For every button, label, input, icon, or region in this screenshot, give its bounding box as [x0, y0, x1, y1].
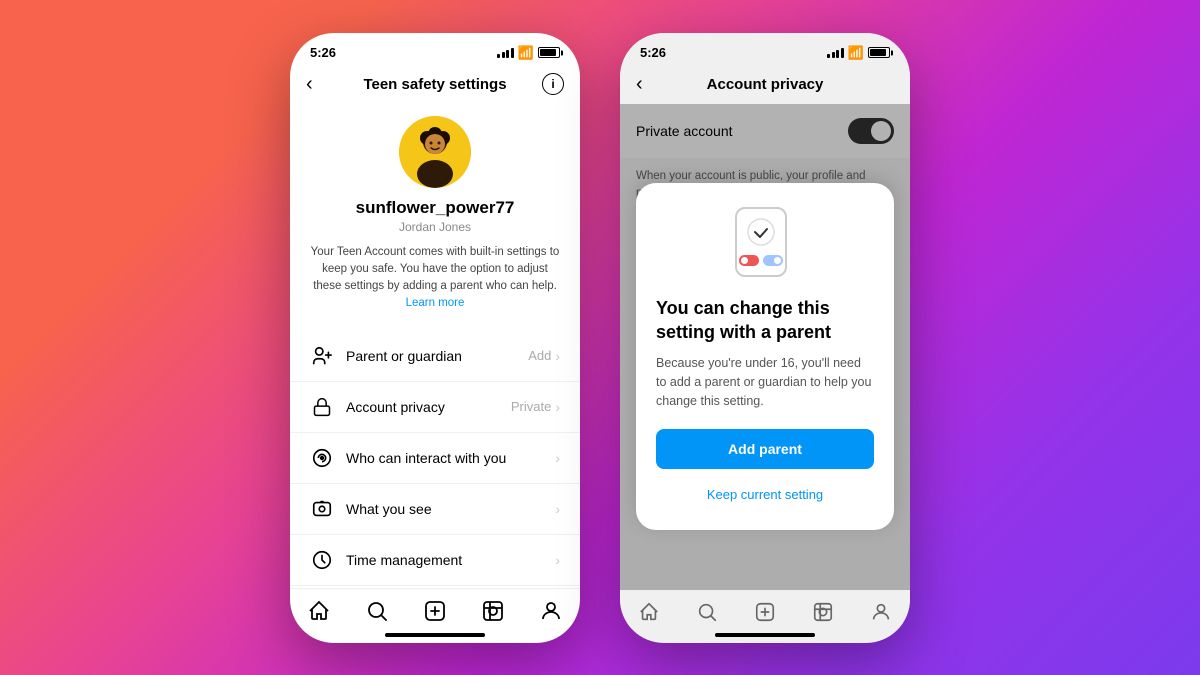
checkmark-icon: [747, 218, 775, 246]
nav-title-right: Account privacy: [707, 76, 824, 93]
modal-description: Because you're under 16, you'll need to …: [656, 354, 874, 410]
clock-icon: [310, 548, 334, 572]
time-left: 5:26: [310, 45, 336, 60]
signal-icon: [497, 48, 514, 58]
wifi-icon-right: 📶: [848, 45, 864, 61]
signal-icon-right: [827, 48, 844, 58]
menu-item-interact[interactable]: Who can interact with you ›: [290, 433, 580, 484]
menu-item-privacy[interactable]: Account privacy Private ›: [290, 382, 580, 433]
modal-overlay: You can change this setting with a paren…: [620, 104, 910, 590]
parent-icon: [310, 344, 334, 368]
tab-bar-right: [620, 590, 910, 629]
menu-item-parent[interactable]: Parent or guardian Add ›: [290, 331, 580, 382]
modal-icon-area: [656, 207, 874, 281]
right-phone-content: Private account When your account is pub…: [620, 104, 910, 590]
chevron-time: ›: [555, 552, 560, 568]
left-phone: 5:26 📶 ‹ Teen safety settings i: [290, 33, 580, 643]
avatar-svg: [399, 116, 471, 188]
profile-section: sunflower_power77 Jordan Jones Your Teen…: [290, 104, 580, 321]
menu-list: Parent or guardian Add › Account privacy…: [290, 331, 580, 586]
back-button-right[interactable]: ‹: [636, 73, 643, 96]
battery-icon: [538, 47, 560, 58]
chevron-privacy: ›: [555, 399, 560, 415]
menu-label-interact: Who can interact with you: [346, 450, 551, 466]
learn-more-link[interactable]: Learn more: [406, 297, 465, 309]
add-tab[interactable]: [423, 599, 447, 623]
lock-icon: [310, 395, 334, 419]
wifi-icon: 📶: [518, 45, 534, 61]
modal-phone-graphic: [735, 207, 795, 281]
right-phone: 5:26 📶 ‹ Account privacy Private account: [620, 33, 910, 643]
interact-icon: [310, 446, 334, 470]
status-bar-right: 5:26 📶: [620, 33, 910, 65]
menu-value-privacy: Private: [511, 399, 551, 414]
home-indicator-right: [715, 633, 815, 637]
avatar: [399, 116, 471, 188]
menu-label-privacy: Account privacy: [346, 399, 511, 415]
menu-label-parent: Parent or guardian: [346, 348, 528, 364]
status-icons-left: 📶: [497, 45, 560, 61]
time-right: 5:26: [640, 45, 666, 60]
back-button-left[interactable]: ‹: [306, 73, 313, 96]
status-icons-right: 📶: [827, 45, 890, 61]
modal-card: You can change this setting with a paren…: [636, 183, 894, 529]
menu-label-time: Time management: [346, 552, 551, 568]
nav-bar-right: ‹ Account privacy: [620, 65, 910, 104]
add-tab-right[interactable]: [754, 601, 776, 623]
nav-bar-left: ‹ Teen safety settings i: [290, 65, 580, 104]
chevron-see: ›: [555, 501, 560, 517]
reels-tab-right[interactable]: [812, 601, 834, 623]
profile-username: sunflower_power77: [356, 198, 515, 218]
chevron-parent: ›: [555, 348, 560, 364]
eye-icon: [310, 497, 334, 521]
keep-current-button[interactable]: Keep current setting: [656, 479, 874, 510]
home-indicator-left: [385, 633, 485, 637]
profile-description: Your Teen Account comes with built-in se…: [310, 244, 560, 313]
left-phone-content: sunflower_power77 Jordan Jones Your Teen…: [290, 104, 580, 588]
battery-icon-right: [868, 47, 890, 58]
profile-name: Jordan Jones: [399, 220, 471, 234]
search-tab-right[interactable]: [696, 601, 718, 623]
reels-tab[interactable]: [481, 599, 505, 623]
home-tab-right[interactable]: [638, 601, 660, 623]
add-parent-button[interactable]: Add parent: [656, 429, 874, 469]
profile-tab[interactable]: [539, 599, 563, 623]
search-tab[interactable]: [365, 599, 389, 623]
status-bar-left: 5:26 📶: [290, 33, 580, 65]
home-tab[interactable]: [307, 599, 331, 623]
menu-label-see: What you see: [346, 501, 551, 517]
tab-bar-left: [290, 588, 580, 629]
menu-value-parent: Add: [528, 348, 551, 363]
menu-item-time[interactable]: Time management ›: [290, 535, 580, 586]
info-button-left[interactable]: i: [542, 73, 564, 95]
profile-tab-right[interactable]: [870, 601, 892, 623]
chevron-interact: ›: [555, 450, 560, 466]
modal-title: You can change this setting with a paren…: [656, 297, 874, 344]
nav-title-left: Teen safety settings: [363, 76, 506, 93]
menu-item-see[interactable]: What you see ›: [290, 484, 580, 535]
